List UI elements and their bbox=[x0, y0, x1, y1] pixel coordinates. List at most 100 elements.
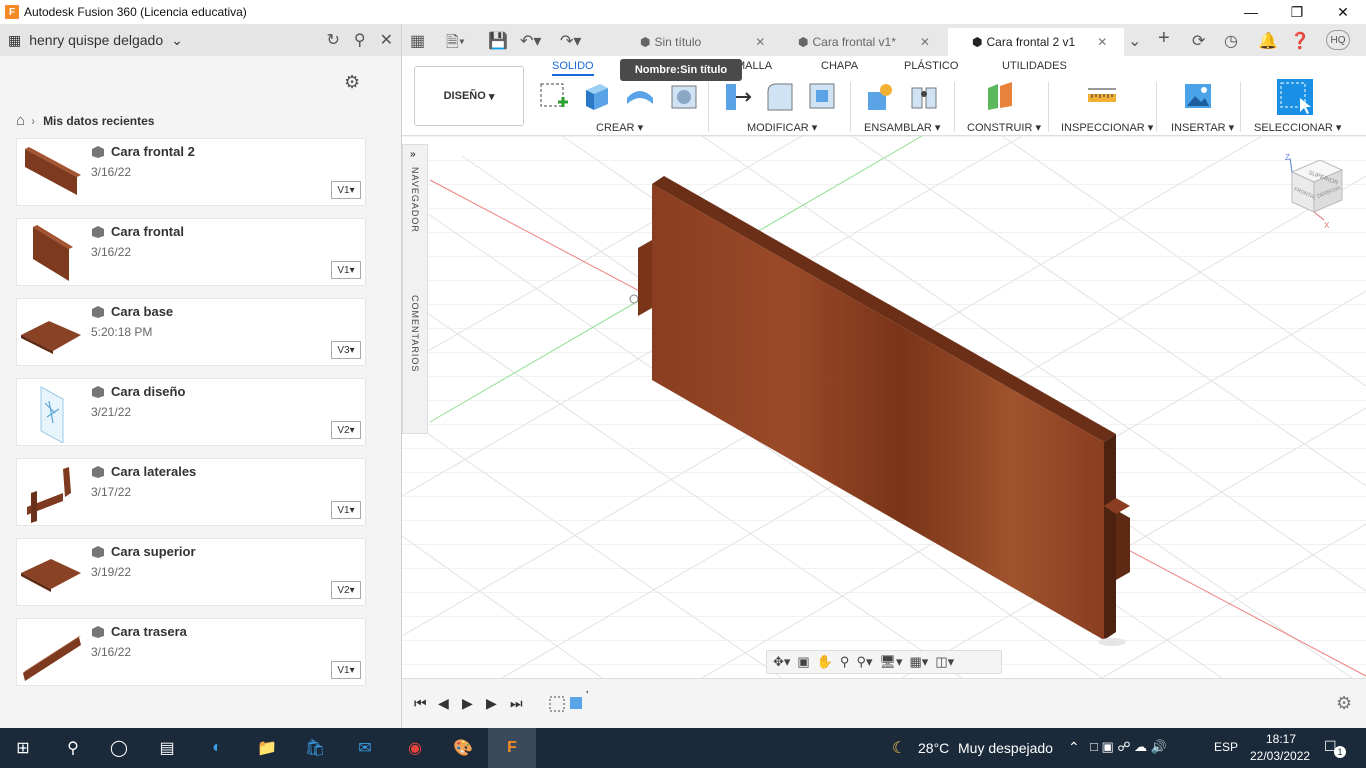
chevron-down-icon[interactable]: ⌄ bbox=[171, 32, 183, 49]
select-icon[interactable] bbox=[1276, 78, 1314, 116]
version-badge[interactable]: V2 ▾ bbox=[331, 581, 361, 599]
file-item[interactable]: Cara superior 3/19/22 V2 ▾ bbox=[16, 538, 366, 606]
maximize-button[interactable]: ❐ bbox=[1274, 0, 1320, 24]
file-item[interactable]: Cara frontal 2 3/16/22 V1 ▾ bbox=[16, 138, 366, 206]
tab-solido[interactable]: SOLIDO bbox=[552, 60, 594, 76]
press-pull-icon[interactable] bbox=[722, 80, 754, 112]
fillet-icon[interactable] bbox=[764, 80, 796, 112]
step-forward-icon[interactable]: ▶ bbox=[486, 695, 497, 712]
joint-icon[interactable] bbox=[908, 80, 940, 112]
modificar-group-label[interactable]: MODIFICAR ▾ bbox=[747, 121, 817, 134]
version-badge[interactable]: V3 ▾ bbox=[331, 341, 361, 359]
3d-viewport[interactable]: » NAVEGADOR COMENTARIOS SUPERIOR FRONTAL… bbox=[402, 136, 1366, 678]
people-icon[interactable]: ▦ bbox=[8, 32, 21, 49]
close-button[interactable]: ✕ bbox=[1320, 0, 1366, 24]
search-icon[interactable]: ⚲ bbox=[354, 30, 366, 50]
undo-icon[interactable]: ↶▾ bbox=[520, 31, 541, 51]
navigator-strip[interactable]: » NAVEGADOR COMENTARIOS bbox=[402, 144, 428, 434]
file-item[interactable]: Cara laterales 3/17/22 V1 ▾ bbox=[16, 458, 366, 526]
seleccionar-group-label[interactable]: SELECCIONAR ▾ bbox=[1254, 121, 1341, 134]
app-grid-icon[interactable]: ▦ bbox=[410, 31, 425, 51]
hole-icon[interactable] bbox=[668, 80, 700, 112]
minimize-button[interactable]: — bbox=[1228, 0, 1274, 24]
timeline-features[interactable] bbox=[548, 691, 588, 719]
tab-cara-frontal-2[interactable]: ⬢ Cara frontal 2 v1 ✕ bbox=[948, 28, 1124, 56]
search-icon[interactable]: ⚲ bbox=[60, 736, 86, 760]
sync-icon[interactable]: ⟳ bbox=[1192, 31, 1205, 51]
cortana-icon[interactable]: ◯ bbox=[106, 736, 132, 760]
comments-label[interactable]: COMENTARIOS bbox=[410, 295, 420, 372]
file-explorer-icon[interactable]: 📁 bbox=[254, 736, 280, 760]
file-item[interactable]: Cara base 5:20:18 PM V3 ▾ bbox=[16, 298, 366, 366]
step-back-icon[interactable]: ◀ bbox=[438, 695, 449, 712]
fusion-taskbar-icon[interactable]: F bbox=[488, 728, 536, 768]
tab-utilidades[interactable]: UTILIDADES bbox=[1002, 60, 1067, 72]
clock-date[interactable]: 22/03/2022 bbox=[1250, 749, 1310, 763]
user-avatar[interactable]: HQ bbox=[1326, 30, 1350, 50]
windows-start-icon[interactable]: ⊞ bbox=[10, 736, 36, 760]
store-icon[interactable]: 🛍 bbox=[302, 736, 328, 760]
version-badge[interactable]: V1 ▾ bbox=[331, 661, 361, 679]
offset-plane-icon[interactable] bbox=[984, 80, 1016, 112]
bell-icon[interactable]: 🔔 bbox=[1258, 31, 1278, 51]
extrude-icon[interactable] bbox=[580, 80, 612, 112]
close-tab-icon[interactable]: ✕ bbox=[920, 35, 930, 49]
zoom-icon[interactable]: ⚲ bbox=[840, 654, 850, 670]
task-view-icon[interactable]: ▤ bbox=[154, 736, 180, 760]
viewcube[interactable]: SUPERIOR FRONTAL DERECHA Z X bbox=[1282, 152, 1352, 232]
clock-icon[interactable]: ◷ bbox=[1224, 31, 1238, 51]
version-badge[interactable]: V2 ▾ bbox=[331, 421, 361, 439]
show-hidden-icons[interactable]: ⌃ bbox=[1068, 739, 1080, 756]
gear-icon[interactable]: ⚙ bbox=[344, 72, 360, 93]
pan-icon[interactable]: ✋ bbox=[817, 654, 833, 670]
file-menu-icon[interactable]: 🗎▾ bbox=[446, 31, 465, 58]
edge-icon[interactable]: ◐ bbox=[204, 736, 230, 760]
revolve-icon[interactable] bbox=[624, 80, 656, 112]
file-item[interactable]: Cara frontal 3/16/22 V1 ▾ bbox=[16, 218, 366, 286]
ensamblar-group-label[interactable]: ENSAMBLAR ▾ bbox=[864, 121, 940, 134]
file-item[interactable]: Cara diseño 3/21/22 V2 ▾ bbox=[16, 378, 366, 446]
file-item[interactable]: Cara trasera 3/16/22 V1 ▾ bbox=[16, 618, 366, 686]
tab-plastico[interactable]: PLÁSTICO bbox=[904, 60, 958, 72]
paint-icon[interactable]: 🎨 bbox=[450, 736, 476, 760]
version-badge[interactable]: V1 ▾ bbox=[331, 501, 361, 519]
go-to-end-icon[interactable]: ⏭ bbox=[510, 695, 523, 712]
save-icon[interactable]: 💾 bbox=[488, 31, 508, 51]
new-tab-icon[interactable]: + bbox=[1158, 27, 1170, 50]
tab-chapa[interactable]: CHAPA bbox=[821, 60, 858, 72]
orbit-icon[interactable]: ✥▾ bbox=[773, 654, 790, 670]
redo-icon[interactable]: ↷▾ bbox=[560, 31, 581, 51]
tab-sin-titulo[interactable]: ⬢ Sin título ✕ bbox=[598, 28, 768, 56]
version-badge[interactable]: V1 ▾ bbox=[331, 181, 361, 199]
tray-icons[interactable]: □ ▣ ☍ ☁ 🔊 bbox=[1090, 739, 1167, 755]
refresh-icon[interactable]: ↻ bbox=[326, 30, 339, 50]
chevron-down-icon[interactable]: ⌄ bbox=[1128, 31, 1141, 51]
grid-settings-icon[interactable]: ▦▾ bbox=[910, 654, 929, 670]
user-name[interactable]: henry quispe delgado bbox=[29, 32, 163, 48]
close-tab-icon[interactable]: ✕ bbox=[1097, 35, 1107, 49]
gear-icon[interactable]: ⚙ bbox=[1336, 693, 1352, 714]
clock-time[interactable]: 18:17 bbox=[1266, 732, 1296, 746]
measure-icon[interactable] bbox=[1086, 80, 1118, 112]
close-tab-icon[interactable]: ✕ bbox=[755, 35, 765, 49]
go-to-start-icon[interactable]: ⏮ bbox=[414, 695, 427, 712]
crear-group-label[interactable]: CREAR ▾ bbox=[596, 121, 643, 134]
look-at-icon[interactable]: ▣ bbox=[797, 654, 809, 670]
expand-icon[interactable]: » bbox=[410, 149, 416, 160]
close-panel-icon[interactable]: ✕ bbox=[380, 30, 393, 50]
fit-icon[interactable]: ⚲▾ bbox=[856, 654, 872, 670]
inspeccionar-group-label[interactable]: INSPECCIONAR ▾ bbox=[1061, 121, 1153, 134]
new-component-icon[interactable] bbox=[864, 80, 896, 112]
insertar-group-label[interactable]: INSERTAR ▾ bbox=[1171, 121, 1234, 134]
mail-icon[interactable]: ✉ bbox=[352, 736, 378, 760]
create-sketch-icon[interactable] bbox=[538, 80, 570, 112]
help-icon[interactable]: ❓ bbox=[1290, 31, 1310, 51]
chrome-icon[interactable]: ◉ bbox=[402, 736, 428, 760]
display-settings-icon[interactable]: 🖥▾ bbox=[879, 654, 902, 670]
workspace-switcher[interactable]: DISEÑO ▾ bbox=[414, 66, 524, 126]
version-badge[interactable]: V1 ▾ bbox=[331, 261, 361, 279]
construir-group-label[interactable]: CONSTRUIR ▾ bbox=[967, 121, 1041, 134]
navigator-label[interactable]: NAVEGADOR bbox=[410, 167, 420, 233]
viewports-icon[interactable]: ◫▾ bbox=[935, 654, 954, 670]
home-icon[interactable]: ⌂ bbox=[16, 112, 25, 129]
